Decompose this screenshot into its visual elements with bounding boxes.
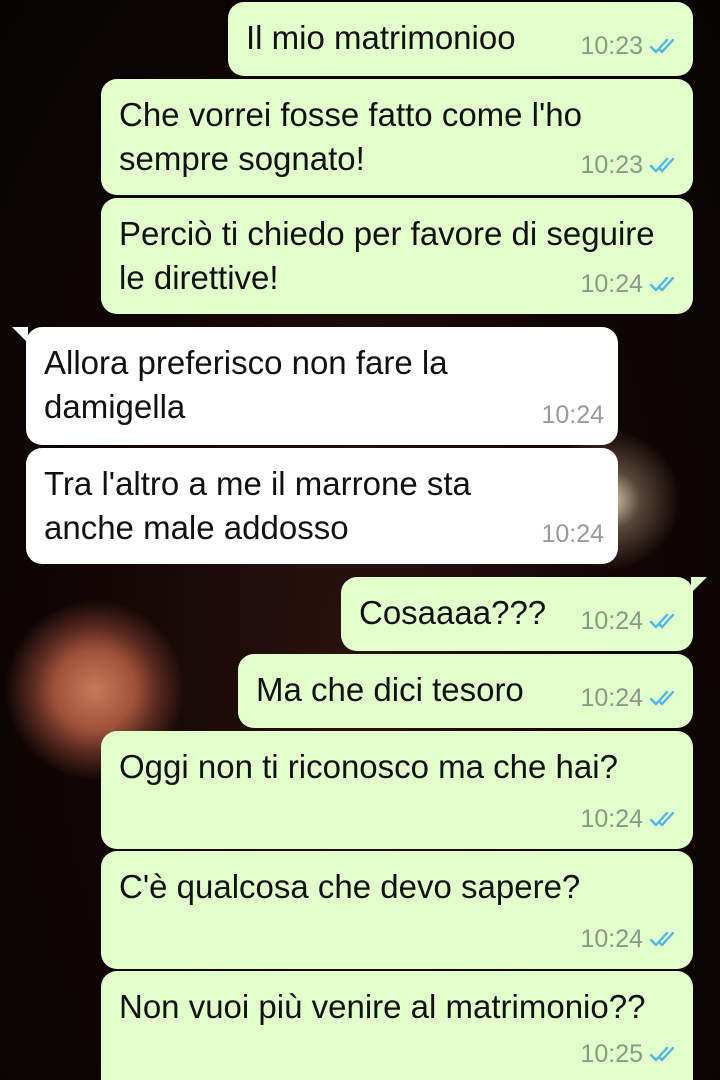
message-meta: 10:24: [580, 917, 679, 961]
message-outgoing[interactable]: Perciò ti chiedo per favore di seguire l…: [101, 198, 693, 314]
message-time: 10:24: [580, 805, 643, 833]
message-text: Tra l'altro a me il marrone sta anche ma…: [44, 465, 471, 546]
message-meta: 10:24: [580, 676, 679, 720]
message-text: C'è qualcosa che devo sapere?: [119, 868, 581, 905]
message-outgoing[interactable]: Non vuoi più venire al matrimonio?? 10:2…: [101, 971, 693, 1080]
double-check-icon: [649, 810, 679, 828]
message-text: Perciò ti chiedo per favore di seguire l…: [119, 215, 655, 296]
message-incoming[interactable]: Allora preferisco non fare la damigella …: [12, 327, 618, 445]
message-text: Il mio matrimonioo: [246, 19, 516, 56]
message-meta: 10:24: [541, 512, 604, 556]
message-time: 10:23: [580, 151, 643, 179]
message-time: 10:23: [580, 32, 643, 60]
message-time: 10:24: [580, 270, 643, 298]
message-text: Cosaaaa???: [359, 594, 547, 631]
message-time: 10:24: [580, 607, 643, 635]
message-text: Allora preferisco non fare la damigella: [44, 344, 448, 425]
message-outgoing[interactable]: C'è qualcosa che devo sapere? 10:24: [101, 851, 693, 969]
message-text: Ma che dici tesoro: [256, 671, 524, 708]
message-outgoing[interactable]: Che vorrei fosse fatto come l'ho sempre …: [101, 79, 693, 195]
message-outgoing[interactable]: Cosaaaa??? 10:24: [341, 577, 707, 651]
message-time: 10:24: [541, 520, 604, 548]
message-text: Oggi non ti riconosco ma che hai?: [119, 748, 618, 785]
message-incoming[interactable]: Tra l'altro a me il marrone sta anche ma…: [26, 448, 618, 564]
double-check-icon: [649, 275, 679, 293]
message-outgoing[interactable]: Ma che dici tesoro 10:24: [238, 654, 693, 728]
message-text: Che vorrei fosse fatto come l'ho sempre …: [119, 96, 583, 177]
double-check-icon: [649, 612, 679, 630]
message-meta: 10:24: [580, 262, 679, 306]
message-meta: 10:23: [580, 143, 679, 187]
message-time: 10:24: [580, 684, 643, 712]
message-meta: 10:24: [580, 599, 679, 643]
message-meta: 10:24: [580, 797, 679, 841]
message-outgoing[interactable]: Oggi non ti riconosco ma che hai? 10:24: [101, 731, 693, 849]
message-time: 10:24: [541, 401, 604, 429]
double-check-icon: [649, 37, 679, 55]
message-meta: 10:25: [580, 1032, 679, 1076]
message-meta: 10:24: [541, 393, 604, 437]
double-check-icon: [649, 930, 679, 948]
double-check-icon: [649, 1045, 679, 1063]
message-meta: 10:23: [580, 24, 679, 68]
message-text: Non vuoi più venire al matrimonio??: [119, 988, 646, 1025]
message-time: 10:24: [580, 925, 643, 953]
message-outgoing[interactable]: Il mio matrimonioo 10:23: [228, 2, 693, 76]
double-check-icon: [649, 689, 679, 707]
message-time: 10:25: [580, 1040, 643, 1068]
double-check-icon: [649, 156, 679, 174]
